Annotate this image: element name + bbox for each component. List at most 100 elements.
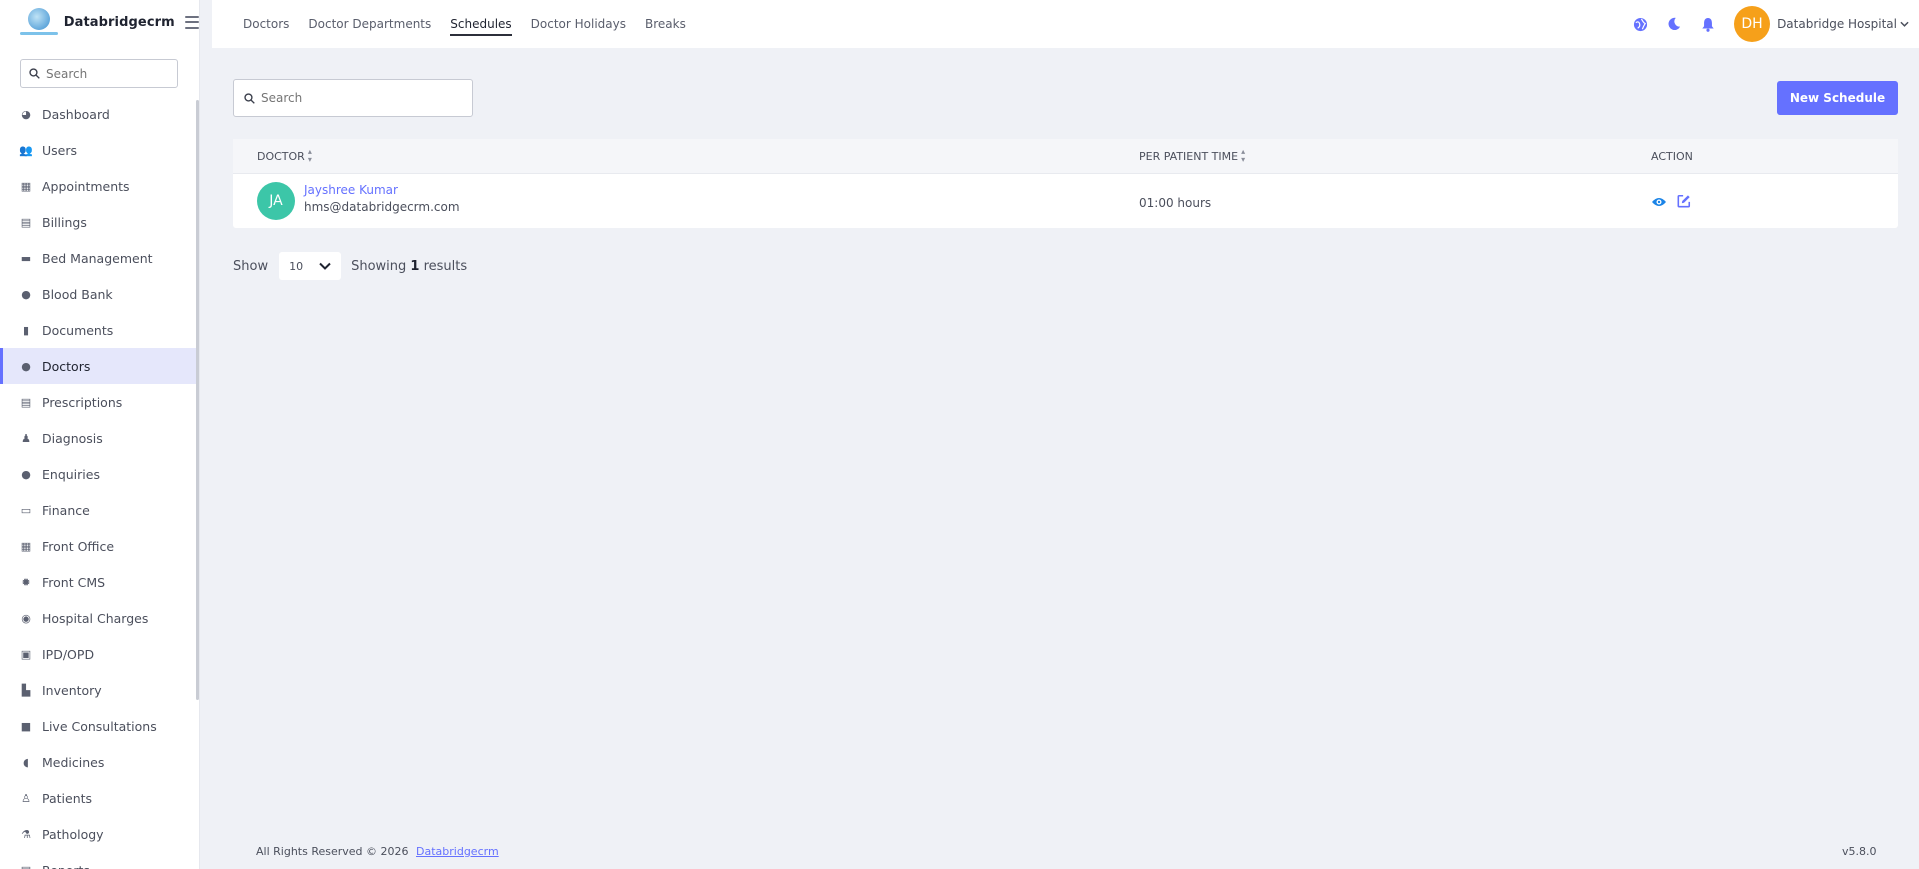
- search-icon: [29, 68, 40, 79]
- sidebar-item-medicines[interactable]: ◖ Medicines: [0, 744, 199, 780]
- file-invoice-icon: ▤: [20, 215, 32, 229]
- tab-breaks[interactable]: Breaks: [645, 0, 686, 48]
- edit-icon[interactable]: [1676, 193, 1692, 209]
- sidebar-item-label: Billings: [42, 214, 87, 230]
- sidebar-item-enquiries[interactable]: ● Enquiries: [0, 456, 199, 492]
- sidebar-item-label: Reports: [42, 863, 90, 869]
- sidebar-item-dashboard[interactable]: ◕ Dashboard: [0, 96, 199, 132]
- sidebar-item-ipd-opd[interactable]: ▣ IPD/OPD: [0, 636, 199, 672]
- users-icon: 👥: [19, 143, 33, 157]
- column-label-action: ACTION: [1651, 149, 1693, 163]
- hospital-icon: ▦: [20, 539, 32, 553]
- column-header-doctor[interactable]: DOCTOR ▴ ▾: [257, 148, 312, 164]
- sidebar-item-billings[interactable]: ▤ Billings: [0, 204, 199, 240]
- new-schedule-button[interactable]: New Schedule: [1777, 81, 1898, 115]
- sidebar-item-label: Users: [42, 142, 78, 158]
- sidebar-scrollbar[interactable]: [196, 100, 199, 700]
- user-avatar[interactable]: DH: [1734, 6, 1771, 42]
- user-menu[interactable]: Databridge Hospital: [1777, 17, 1909, 31]
- doctor-info: Jayshree Kumar hms@databridgecrm.com: [304, 183, 460, 214]
- sidebar-item-label: Inventory: [42, 682, 102, 698]
- column-label-time: PER PATIENT TIME: [1139, 149, 1239, 163]
- brand-logo[interactable]: [20, 4, 58, 40]
- chevron-down-icon: [1900, 19, 1909, 30]
- sidebar-item-label: Patients: [42, 790, 93, 806]
- sidebar-item-patients[interactable]: ♙ Patients: [0, 780, 199, 816]
- sidebar-item-label: Medicines: [42, 754, 105, 770]
- tab-doctors[interactable]: Doctors: [243, 0, 289, 48]
- tab-doctor-holidays[interactable]: Doctor Holidays: [531, 0, 626, 48]
- app-version: v5.8.0: [1842, 845, 1877, 858]
- sidebar-item-inventory[interactable]: ▙ Inventory: [0, 672, 199, 708]
- column-header-action: ACTION: [1651, 150, 1693, 163]
- sidebar-item-documents[interactable]: ▮ Documents: [0, 312, 199, 348]
- sidebar-item-label: IPD/OPD: [42, 646, 95, 662]
- bell-icon[interactable]: [1700, 16, 1716, 32]
- calendar-check-icon: ▦: [20, 179, 32, 193]
- pagination: Show 10 Showing 1 results: [233, 252, 467, 280]
- sidebar-item-diagnosis[interactable]: ♟ Diagnosis: [0, 420, 199, 456]
- doctor-name-link[interactable]: Jayshree Kumar: [304, 183, 460, 197]
- sidebar-item-prescriptions[interactable]: ▤ Prescriptions: [0, 384, 199, 420]
- sidebar-item-users[interactable]: 👥 Users: [0, 132, 199, 168]
- chart-pie-icon: ◕: [21, 107, 31, 121]
- money-bill-icon: ▭: [20, 503, 32, 517]
- sidebar-item-label: Live Consultations: [42, 718, 157, 734]
- footer: All Rights Reserved © 2026 Databridgecrm: [256, 845, 499, 858]
- sidebar-item-front-office[interactable]: ▦ Front Office: [0, 528, 199, 564]
- search-icon: [244, 92, 255, 104]
- footer-link[interactable]: Databridgecrm: [416, 845, 499, 858]
- showing-prefix: Showing: [351, 258, 407, 274]
- column-header-per-patient-time[interactable]: PER PATIENT TIME ▴ ▾: [1139, 148, 1245, 164]
- tab-doctor-departments[interactable]: Doctor Departments: [308, 0, 431, 48]
- sidebar-item-finance[interactable]: ▭ Finance: [0, 492, 199, 528]
- sidebar-item-label: Hospital Charges: [42, 610, 149, 626]
- sidebar-item-reports[interactable]: ▤ Reports: [0, 852, 199, 869]
- schedules-table: DOCTOR ▴ ▾ PER PATIENT TIME ▴ ▾ ACTION JA …: [233, 139, 1898, 228]
- globe-icon[interactable]: [1632, 16, 1648, 32]
- flask-icon: ⚗: [21, 827, 31, 841]
- subnav-tabs: Doctors Doctor Departments Schedules Doctor…: [212, 0, 705, 48]
- sidebar-item-label: Diagnosis: [42, 430, 103, 446]
- sidebar-item-blood-bank[interactable]: ● Blood Bank: [0, 276, 199, 312]
- doctor-avatar: JA: [257, 182, 295, 220]
- sidebar-menu: ◕ Dashboard 👥 Users ▦ Appointments ▤ Billings ▬ B…: [0, 96, 199, 869]
- sort-icon: ▴ ▾: [1241, 147, 1246, 164]
- sidebar: Databridgecrm ◕ Dashboard 👥 Users ▦ Appointme…: [0, 0, 200, 869]
- sidebar-item-appointments[interactable]: ▦ Appointments: [0, 168, 199, 204]
- doctor-email: hms@databridgecrm.com: [304, 200, 460, 214]
- show-label: Show: [233, 258, 269, 274]
- sidebar-item-label: Appointments: [42, 178, 130, 194]
- sidebar-item-live-consultations[interactable]: ■ Live Consultations: [0, 708, 199, 744]
- sidebar-item-front-cms[interactable]: ✹ Front CMS: [0, 564, 199, 600]
- gear-icon: ✹: [21, 575, 31, 589]
- sidebar-search-input[interactable]: [46, 66, 166, 81]
- sort-icon: ▴ ▾: [307, 147, 312, 164]
- topbar: Doctors Doctor Departments Schedules Doctor…: [212, 0, 1919, 48]
- sidebar-item-label: Front CMS: [42, 574, 106, 590]
- sidebar-item-label: Doctors: [42, 358, 91, 374]
- brand: Databridgecrm: [0, 0, 199, 44]
- tab-schedules[interactable]: Schedules: [450, 0, 513, 48]
- sidebar-search[interactable]: [20, 59, 178, 88]
- copy-icon: ▣: [20, 647, 32, 661]
- sidebar-item-label: Dashboard: [42, 106, 110, 122]
- sidebar-item-bed-management[interactable]: ▬ Bed Management: [0, 240, 199, 276]
- sidebar-item-pathology[interactable]: ⚗ Pathology: [0, 816, 199, 852]
- eye-icon[interactable]: [1651, 194, 1667, 210]
- sidebar-item-label: Documents: [42, 322, 114, 338]
- sidebar-item-doctors[interactable]: ● Doctors: [0, 348, 199, 384]
- sidebar-item-label: Pathology: [42, 826, 104, 842]
- menu-toggle-icon[interactable]: [184, 15, 199, 29]
- sidebar-item-label: Prescriptions: [42, 394, 123, 410]
- moon-icon[interactable]: [1666, 16, 1682, 32]
- per-patient-time: 01:00 hours: [1139, 196, 1212, 210]
- table-row: JA Jayshree Kumar hms@databridgecrm.com …: [233, 174, 1898, 228]
- footer-copyright: All Rights Reserved © 2026: [256, 845, 409, 858]
- topbar-actions: DH Databridge Hospital: [1632, 0, 1909, 48]
- sidebar-item-label: Blood Bank: [42, 286, 113, 302]
- schedule-search-input[interactable]: [261, 91, 461, 105]
- sidebar-item-hospital-charges[interactable]: ◉ Hospital Charges: [0, 600, 199, 636]
- page-size-select[interactable]: 10: [279, 252, 342, 280]
- schedule-search[interactable]: [233, 79, 473, 117]
